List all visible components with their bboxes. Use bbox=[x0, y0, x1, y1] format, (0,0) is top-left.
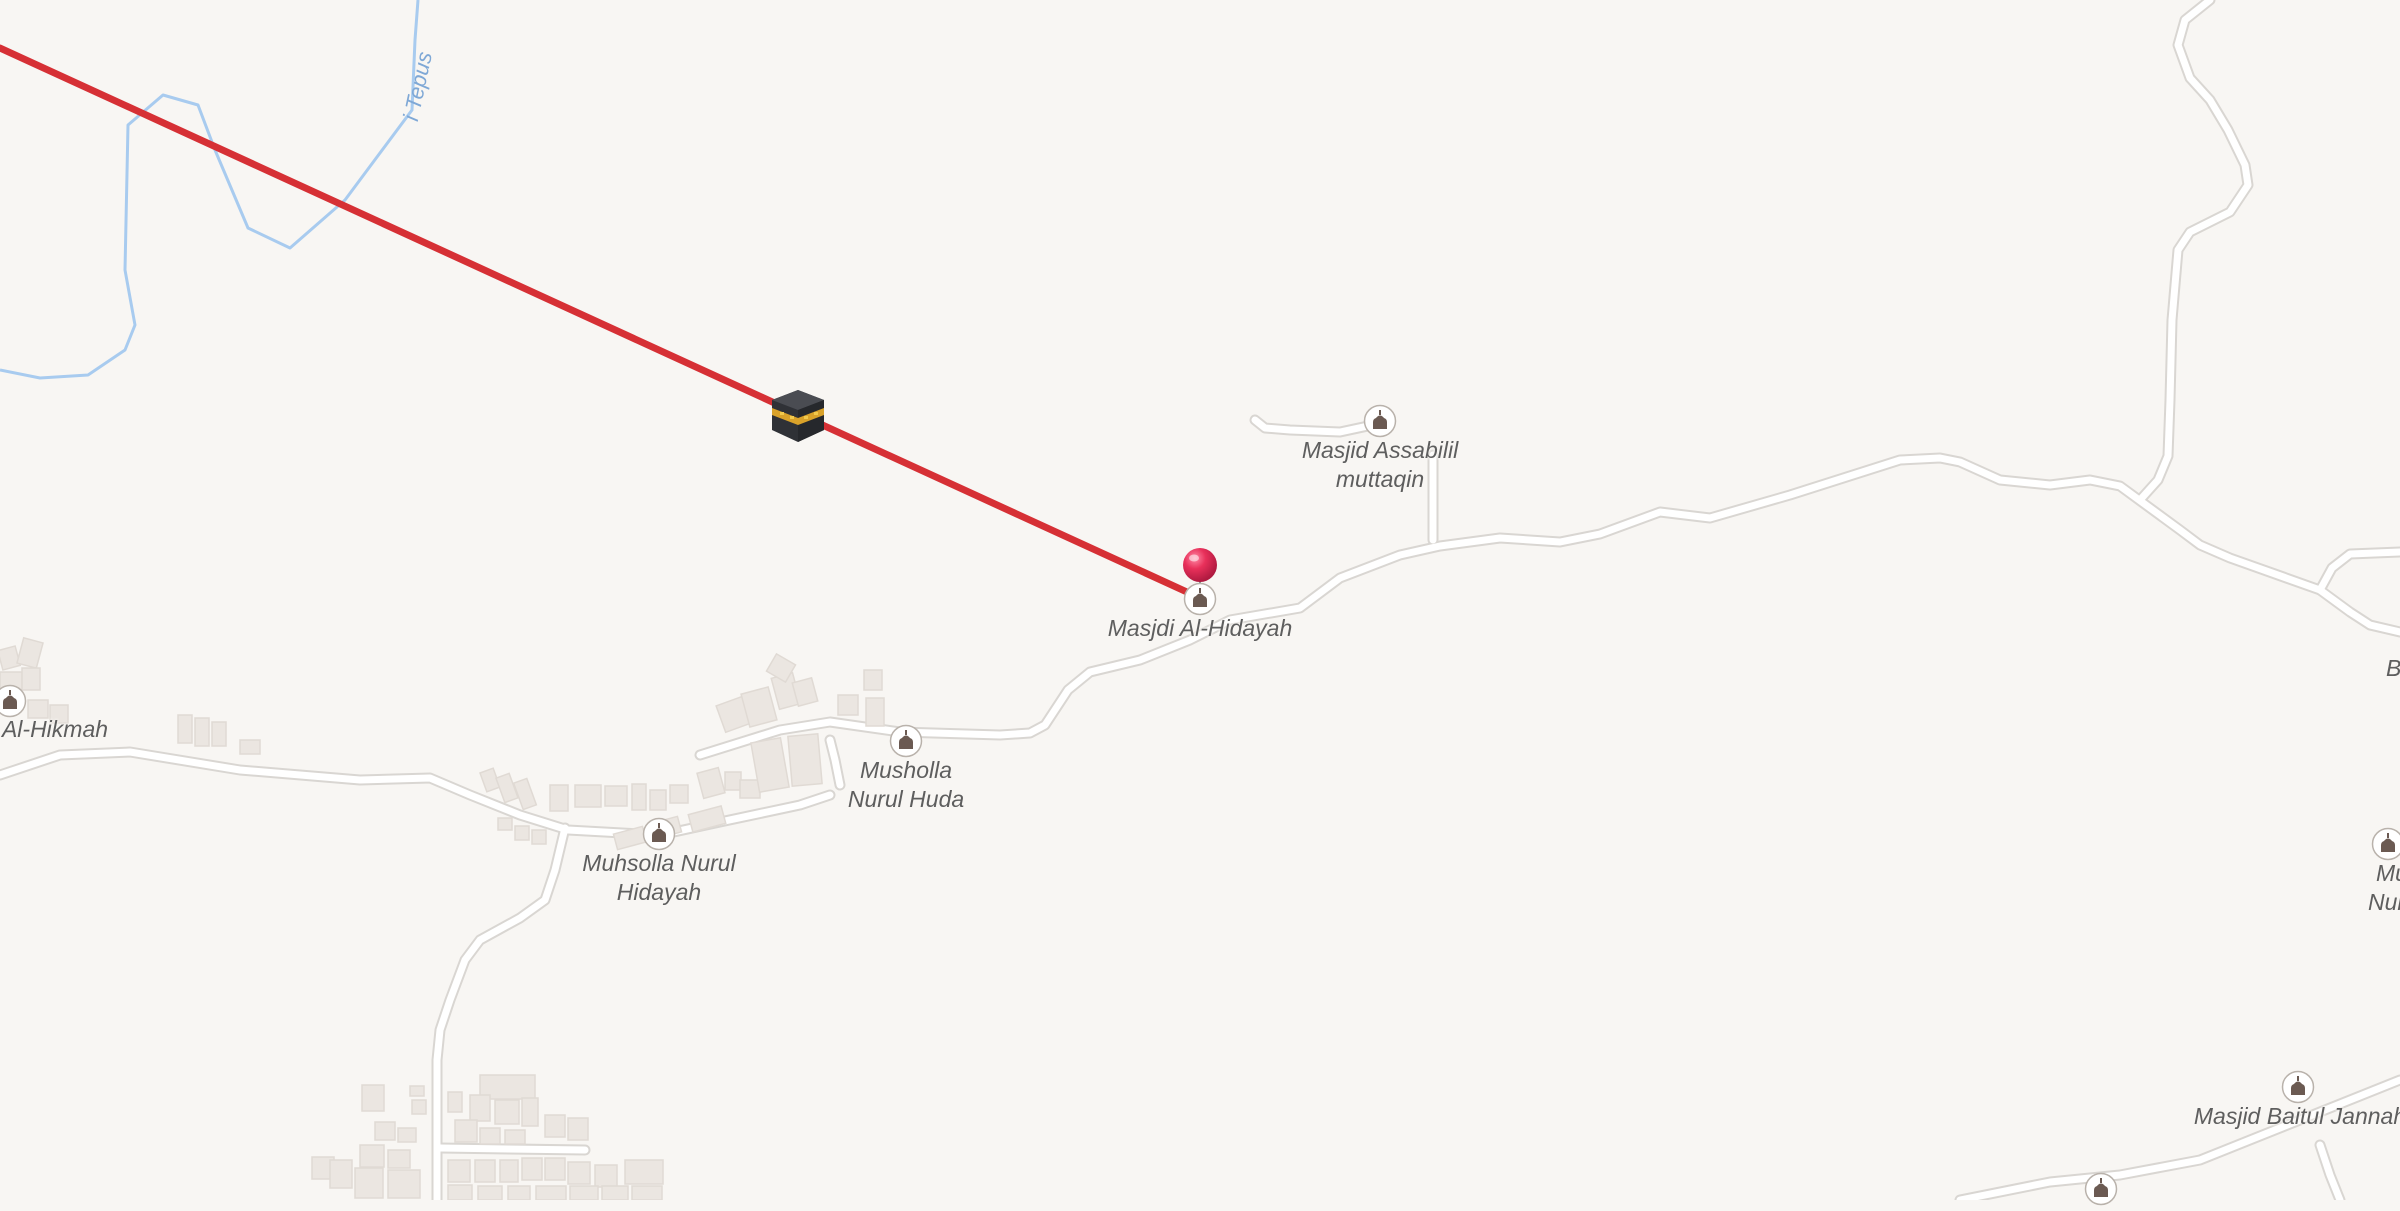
mosque-icon[interactable] bbox=[642, 817, 676, 851]
poi-label-line: muttaqin bbox=[1302, 465, 1458, 494]
mosque-icon[interactable] bbox=[1183, 582, 1217, 616]
edge-label-right: B bbox=[2386, 655, 2400, 682]
kaaba-icon bbox=[770, 388, 826, 444]
poi-label-line: Masjid Baitul Jannah bbox=[2194, 1102, 2400, 1131]
mosque-icon[interactable] bbox=[0, 684, 27, 718]
poi-label-masjdi-al-hidayah[interactable]: Masjdi Al-Hidayah bbox=[1108, 614, 1293, 643]
mosque-icon[interactable] bbox=[2281, 1070, 2315, 1104]
poi-label-line: Muhsolla Nurul bbox=[582, 849, 735, 878]
mosque-icon[interactable] bbox=[1363, 404, 1397, 438]
poi-label-line: Masjdi Al-Hidayah bbox=[1108, 614, 1293, 643]
mosque-icon[interactable] bbox=[2371, 827, 2400, 861]
qibla-direction-line bbox=[0, 48, 1200, 598]
poi-label-line: Muhs bbox=[2376, 859, 2400, 888]
poi-label-masjid-baitul-jannah[interactable]: Masjid Baitul Jannah bbox=[2194, 1102, 2400, 1131]
poi-label-al-hikmah[interactable]: Al-Hikmah bbox=[2, 715, 108, 744]
poi-label-line: Nurul bbox=[2368, 888, 2400, 917]
stream bbox=[0, 0, 418, 378]
poi-label-muhs-right[interactable]: Muhs Nurul bbox=[2376, 859, 2400, 917]
poi-label-muhsolla-nurul-hidayah[interactable]: Muhsolla Nurul Hidayah bbox=[582, 849, 735, 907]
map-canvas[interactable]: i Tepus bbox=[0, 0, 2400, 1200]
mosque-icon[interactable] bbox=[2084, 1172, 2118, 1206]
poi-label-line: Masjid Assabilil bbox=[1302, 436, 1458, 465]
poi-label-musholla-nurul-huda[interactable]: Musholla Nurul Huda bbox=[848, 756, 964, 814]
poi-label-line: Musholla bbox=[848, 756, 964, 785]
mosque-icon[interactable] bbox=[889, 724, 923, 758]
poi-label-masjid-assabilil[interactable]: Masjid Assabilil muttaqin bbox=[1302, 436, 1458, 494]
poi-label-line: Hidayah bbox=[582, 878, 735, 907]
poi-label-line: Nurul Huda bbox=[848, 785, 964, 814]
poi-label-line: Al-Hikmah bbox=[2, 715, 108, 744]
